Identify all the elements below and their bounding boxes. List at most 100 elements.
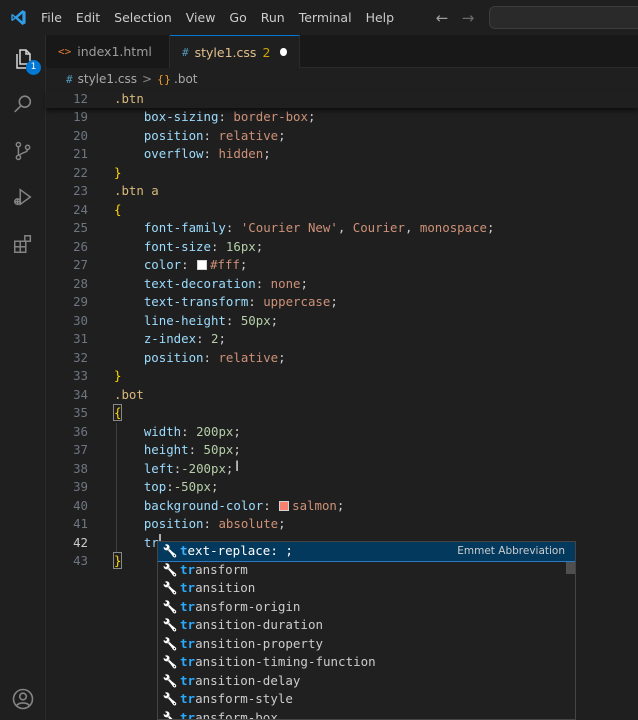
menu-go[interactable]: Go xyxy=(224,0,255,35)
code-line[interactable]: 34 .bot xyxy=(46,386,638,405)
menu-edit[interactable]: Edit xyxy=(71,0,109,35)
line-number: 38 xyxy=(73,460,88,476)
breadcrumb-symbol[interactable]: .bot xyxy=(174,72,197,86)
suggest-match: tr xyxy=(180,654,196,669)
code-line[interactable]: 32 position: relative; xyxy=(46,349,638,368)
suggest-item[interactable]: 🔧 transition-duration xyxy=(158,616,575,635)
suggest-widget[interactable]: 🔧 text-replace: ; Emmet Abbreviation 🔧 trans… xyxy=(157,541,576,720)
line-number: 42 xyxy=(73,534,88,550)
suggest-item[interactable]: 🔧 transition-timing-function xyxy=(158,653,575,672)
code-line[interactable]: 35 { xyxy=(46,404,638,423)
token-prop: line-height xyxy=(114,312,226,328)
suggest-item[interactable]: 🔧 transition xyxy=(158,579,575,598)
unsaved-dot-icon[interactable] xyxy=(280,48,287,56)
suggest-item[interactable]: 🔧 transform-style xyxy=(158,690,575,709)
code-line[interactable]: 23 .btn a xyxy=(46,182,638,201)
suggest-item[interactable]: 🔧 transition-property xyxy=(158,635,575,654)
code-line[interactable]: 25 font-family: 'Courier New', Courier, … xyxy=(46,219,638,238)
code-line[interactable]: 41 position: absolute; xyxy=(46,515,638,534)
code-line[interactable]: 29 text-transform: uppercase; xyxy=(46,293,638,312)
code-line[interactable]: 21 overflow: hidden; xyxy=(46,145,638,164)
token-prop: font-family xyxy=(114,220,226,235)
token-prop: top xyxy=(114,479,167,494)
account-icon[interactable] xyxy=(9,685,37,713)
token-prop: z-index xyxy=(114,331,197,346)
menu-run[interactable]: Run xyxy=(256,0,294,35)
suggest-item[interactable]: 🔧 transform xyxy=(158,561,575,580)
line-number: 25 xyxy=(73,220,88,235)
extensions-icon[interactable] xyxy=(9,230,37,258)
menu-selection[interactable]: Selection xyxy=(109,0,181,35)
code-text: position: relative; xyxy=(114,349,286,368)
token-punc: ; xyxy=(307,109,316,124)
code-line[interactable]: 37 height: 50px; xyxy=(46,441,638,460)
code-line[interactable]: 39 top:-50px; xyxy=(46,478,638,497)
token-prop: text-decoration xyxy=(114,275,256,291)
search-icon[interactable] xyxy=(9,90,37,118)
line-number: 43 xyxy=(73,553,88,568)
line-number: 27 xyxy=(73,257,88,272)
suggest-detail: Emmet Abbreviation xyxy=(457,545,565,557)
suggest-item[interactable]: 🔧 transform-origin xyxy=(158,598,575,617)
code-line[interactable]: 22} xyxy=(46,164,638,183)
breadcrumb-file[interactable]: style1.css xyxy=(78,72,137,86)
code-line[interactable]: 38 left:-200px; xyxy=(46,460,638,479)
token-punc: ; xyxy=(278,349,286,365)
token-punc: ; xyxy=(336,497,345,513)
suggest-item[interactable]: 🔧 transition-delay xyxy=(158,672,575,691)
suggest-item[interactable]: 🔧 transform-box xyxy=(158,709,575,720)
code-text: color: #fff; xyxy=(114,256,248,275)
code-line[interactable]: 19 box-sizing: border-box; xyxy=(46,108,638,127)
sticky-scroll-line[interactable]: 12 .btn xyxy=(46,90,638,108)
suggest-item[interactable]: 🔧 text-replace: ; Emmet Abbreviation xyxy=(158,542,575,562)
forward-arrow-icon[interactable]: → xyxy=(459,9,477,27)
token-punc: ; xyxy=(330,294,338,309)
menu-file[interactable]: File xyxy=(36,0,71,35)
tab-style1-css[interactable]: # style1.css 2 xyxy=(170,35,300,68)
suggest-label: ansition-timing-function xyxy=(195,654,376,669)
wrench-icon: 🔧 xyxy=(162,581,178,595)
token-punc: , xyxy=(337,220,353,235)
code-text: } xyxy=(114,164,121,183)
color-swatch[interactable] xyxy=(279,500,290,511)
nav-arrows: ← → xyxy=(433,0,477,35)
line-number: 19 xyxy=(73,109,88,124)
line-number: 22 xyxy=(73,164,88,180)
menu-help[interactable]: Help xyxy=(361,0,404,35)
code-line[interactable]: 20 position: relative; xyxy=(46,127,638,146)
code-line[interactable]: 27 color: #fff; xyxy=(46,256,638,275)
explorer-icon[interactable]: 1 xyxy=(9,45,41,75)
breadcrumb-separator: > xyxy=(141,72,153,86)
code-line[interactable]: 33} xyxy=(46,367,638,386)
run-debug-icon[interactable] xyxy=(9,183,37,211)
tab-index1-html[interactable]: <> index1.html xyxy=(46,35,170,68)
problems-count: 2 xyxy=(262,44,271,60)
code-line[interactable]: 36 width: 200px; xyxy=(46,423,638,442)
code-line[interactable]: 28 text-decoration: none; xyxy=(46,275,638,294)
command-center-search[interactable] xyxy=(489,6,638,29)
token-num: 50px xyxy=(240,312,271,328)
menu-terminal[interactable]: Terminal xyxy=(294,0,361,35)
token-prop: background-color xyxy=(114,497,264,513)
suggest-match: tr xyxy=(180,672,196,688)
menu-view[interactable]: View xyxy=(181,0,225,35)
back-arrow-icon[interactable]: ← xyxy=(433,9,451,27)
suggest-label: ansition xyxy=(195,580,256,595)
menu-bar: File Edit Selection View Go Run Terminal Help xyxy=(36,0,403,35)
token-punc: : xyxy=(188,442,204,457)
css-file-icon: # xyxy=(66,72,73,86)
code-line[interactable]: 30 line-height: 50px; xyxy=(46,312,638,331)
code-line[interactable]: 24 { xyxy=(46,201,638,220)
token-val: #fff xyxy=(210,257,240,272)
code-line[interactable]: 26 font-size: 16px; xyxy=(46,238,638,257)
code-line[interactable]: 31 z-index: 2; xyxy=(46,330,638,349)
code-text: top:-50px; xyxy=(114,478,219,497)
code-line[interactable]: 40 background-color: salmon; xyxy=(46,497,638,516)
source-control-icon[interactable] xyxy=(9,137,37,165)
code-text: text-transform: uppercase; xyxy=(114,293,338,312)
token-punc: ; xyxy=(300,275,308,291)
token-num: 200px xyxy=(196,423,234,439)
color-swatch[interactable] xyxy=(197,260,208,270)
token-num: -50px xyxy=(173,479,211,494)
suggest-match: tr xyxy=(180,635,196,651)
